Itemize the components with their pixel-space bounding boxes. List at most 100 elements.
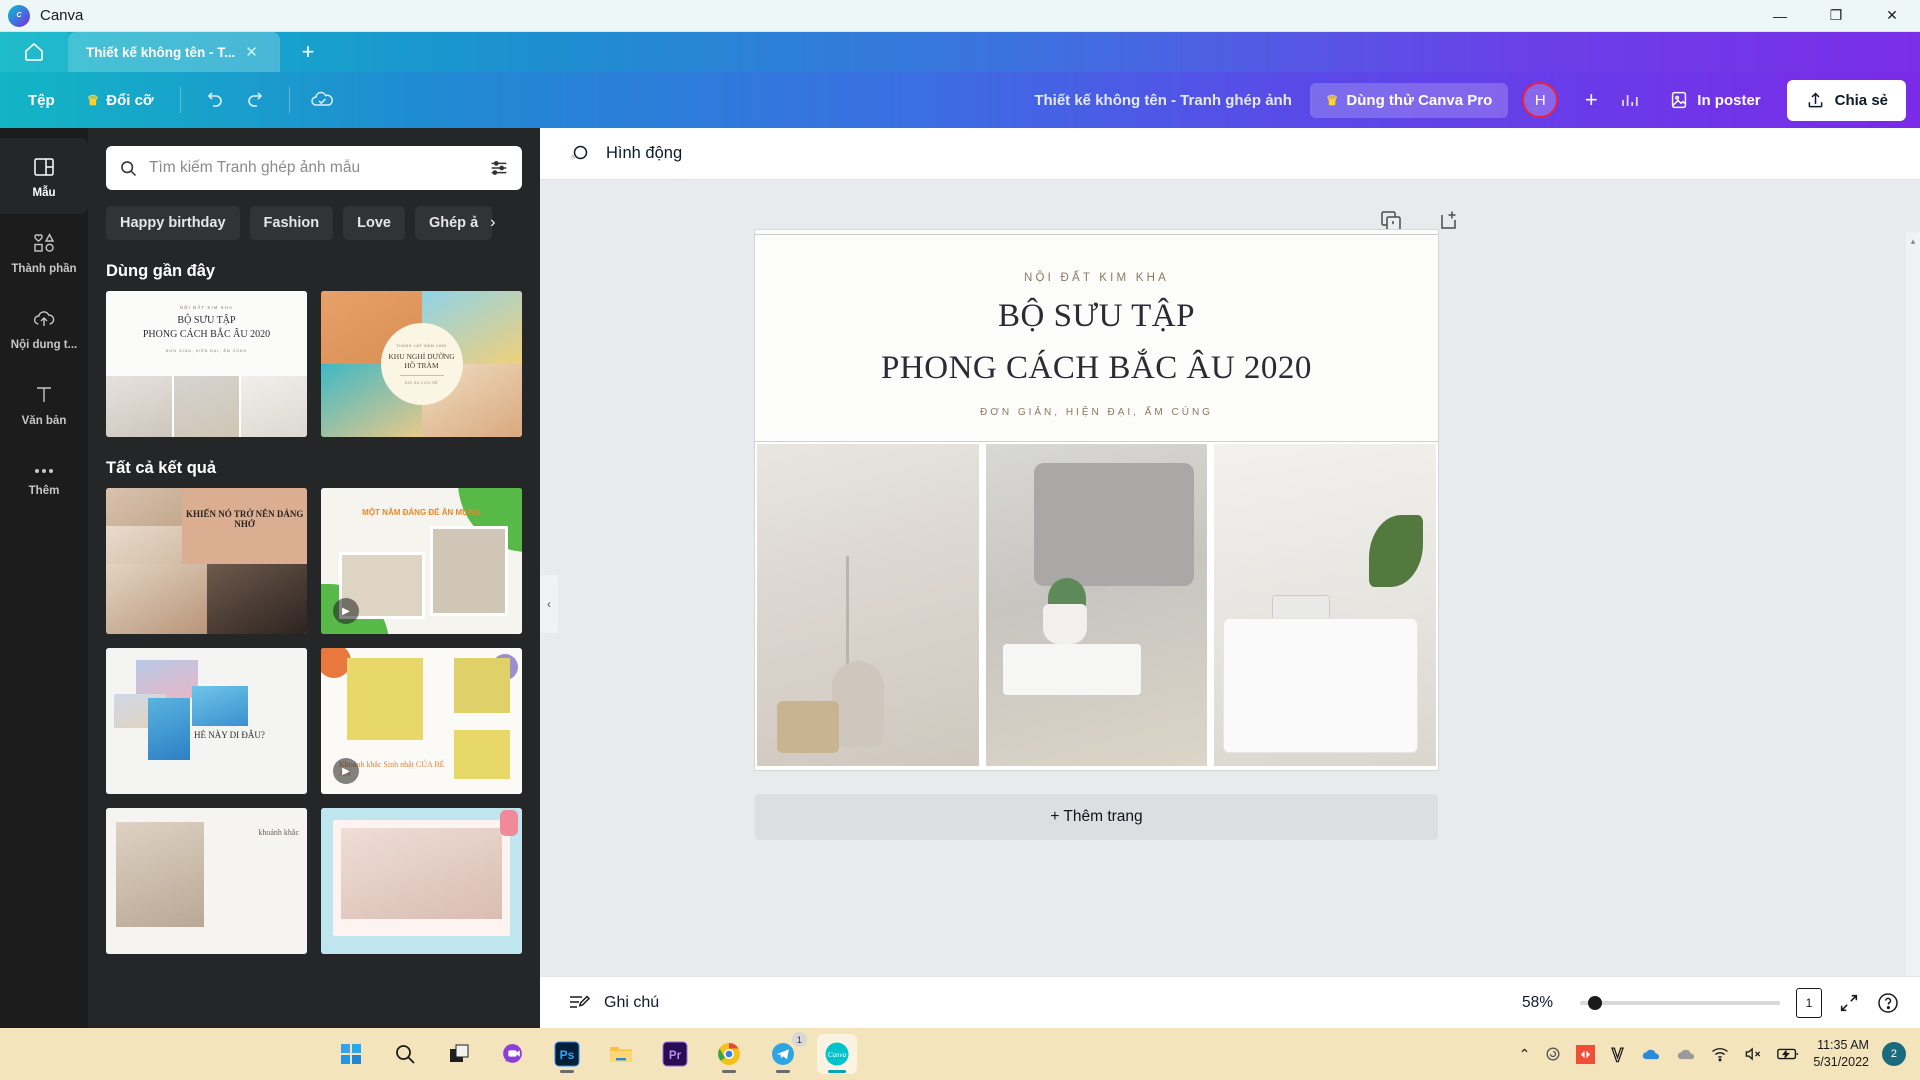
tray-expand-chevron[interactable]: ⌃: [1519, 1046, 1531, 1063]
chip-love[interactable]: Love: [343, 206, 405, 240]
recent-thumb-resort[interactable]: THÀNH LẬP NĂM 1969 KHU NGHỈ DƯỠNG HỒ TRÀ…: [321, 291, 522, 437]
minimize-button[interactable]: —: [1752, 0, 1808, 32]
resize-button[interactable]: ♛ Đổi cỡ: [73, 84, 168, 117]
creative-cloud-icon[interactable]: [1543, 1044, 1563, 1064]
search-taskbar-button[interactable]: [385, 1034, 425, 1074]
wifi-icon[interactable]: [1710, 1044, 1730, 1064]
notes-button[interactable]: Ghi chú: [566, 990, 659, 1016]
sidebar-item-uploads[interactable]: Nội dung t...: [0, 290, 88, 366]
chrome-button[interactable]: [709, 1034, 749, 1074]
photoshop-button[interactable]: Ps: [547, 1034, 587, 1074]
zoom-slider[interactable]: [1580, 995, 1780, 1010]
page-count-button[interactable]: 1: [1796, 987, 1822, 1018]
undo-icon: [207, 92, 222, 107]
notification-badge[interactable]: 2: [1881, 1042, 1906, 1066]
taskbar-clock[interactable]: 11:35 AM 5/31/2022: [1813, 1037, 1869, 1071]
premiere-pro-button[interactable]: Pr: [655, 1034, 695, 1074]
resort-eyebrow: THÀNH LẬP NĂM 1969: [396, 343, 447, 348]
sidebar-item-elements[interactable]: Thành phần: [0, 214, 88, 290]
file-explorer-button[interactable]: [601, 1034, 641, 1074]
canva-active-indicator: [827, 1070, 846, 1073]
recent-thumb-photo-1: [106, 375, 172, 437]
document-name[interactable]: Thiết kế không tên - Tranh ghép ảnh: [1034, 92, 1292, 109]
onedrive-blue-icon[interactable]: [1640, 1045, 1662, 1063]
design-photo-sofa-laptop[interactable]: [1214, 444, 1437, 766]
add-page-button[interactable]: + Thêm trang: [755, 794, 1438, 840]
chips-next-arrow[interactable]: ›: [490, 214, 495, 232]
print-poster-label: In poster: [1697, 91, 1761, 109]
template-card-birthday[interactable]: Khoảnh khắc Sinh nhật CỦA BÉ AN ▶: [321, 648, 522, 794]
vpn-v-icon[interactable]: [1608, 1045, 1627, 1064]
share-upload-icon: [1808, 91, 1823, 107]
canvas-scroll-area: NỘI ĐẤT KIM KHA BỘ SƯU TẬP PHONG CÁCH BẮ…: [540, 180, 1920, 1070]
search-input[interactable]: [149, 159, 478, 177]
undo-button[interactable]: [193, 80, 233, 120]
panel-collapse-button[interactable]: ‹: [540, 575, 558, 633]
new-tab-button[interactable]: +: [280, 32, 336, 72]
maximize-button[interactable]: ❐: [1808, 0, 1864, 32]
sidebar-item-templates[interactable]: Mẫu: [0, 138, 88, 214]
chip-ghep-anh[interactable]: Ghép ả: [414, 206, 493, 240]
design-photo-vase[interactable]: [757, 444, 979, 766]
avatar[interactable]: H: [1522, 82, 1559, 118]
canva-logo-icon: C: [8, 4, 30, 27]
saved-status-button[interactable]: [302, 80, 342, 120]
animate-label[interactable]: Hình động: [606, 144, 682, 163]
print-poster-button[interactable]: In poster: [1654, 81, 1774, 119]
zoom-slider-knob[interactable]: [1588, 995, 1602, 1010]
video-play-badge[interactable]: ▶: [333, 598, 359, 624]
canvas-vertical-scrollbar[interactable]: ▴ ▾: [1906, 232, 1920, 1070]
try-canva-pro-button[interactable]: ♛ Dùng thử Canva Pro: [1309, 82, 1509, 118]
telegram-badge: 1: [791, 1032, 807, 1047]
video-play-badge-2[interactable]: ▶: [333, 758, 359, 784]
chip-fashion[interactable]: Fashion: [249, 206, 334, 240]
telegram-running-indicator: [775, 1070, 790, 1073]
teams-chat-button[interactable]: [493, 1034, 533, 1074]
sidebar-label-more: Thêm: [28, 484, 60, 497]
volume-muted-icon[interactable]: [1743, 1044, 1763, 1064]
fullscreen-icon[interactable]: [1838, 992, 1860, 1014]
add-page-icon[interactable]: [1436, 208, 1462, 234]
document-tab[interactable]: Thiết kế không tên - T... ✕: [68, 32, 280, 72]
design-photo-living-room[interactable]: [985, 444, 1208, 766]
add-collaborator-button[interactable]: +: [1576, 87, 1606, 113]
start-button[interactable]: [331, 1034, 371, 1074]
home-button[interactable]: [0, 32, 68, 72]
sidebar-item-more[interactable]: Thêm: [0, 442, 88, 518]
template-card-one-year[interactable]: MỘT NĂM ĐÁNG ĐỂ ĂN MỪNG ▶: [321, 488, 522, 634]
search-box[interactable]: [106, 146, 522, 190]
editor-area: Hình động NỘI ĐẤT KIM KHA BỘ SƯU TẬP PHO…: [540, 128, 1920, 1080]
template-card-summer[interactable]: HÈ NÀY DI ĐÂU?: [106, 648, 307, 794]
battery-charging-icon[interactable]: [1776, 1045, 1800, 1063]
gypsophila-stem: [845, 555, 849, 676]
close-button[interactable]: ✕: [1864, 0, 1920, 32]
scroll-up-arrow[interactable]: ▴: [1911, 236, 1916, 247]
design-subtitle: ĐƠN GIẢN, HIỆN ĐẠI, ẤM CÚNG: [980, 406, 1213, 418]
template-card-family[interactable]: khoảnh khắc: [106, 808, 307, 954]
recent-thumb-nordic[interactable]: NỘI ĐẤT KIM KHA BỘ SƯU TẬP PHONG CÁCH BẮ…: [106, 291, 307, 437]
chip-happy-birthday[interactable]: Happy birthday: [106, 206, 240, 240]
redo-icon: [247, 92, 262, 107]
zoom-percentage[interactable]: 58%: [1522, 994, 1564, 1012]
premiere-icon: Pr: [662, 1041, 688, 1067]
canva-taskbar-button[interactable]: Canva: [816, 1034, 857, 1074]
help-icon[interactable]: [1876, 991, 1900, 1015]
telegram-button[interactable]: 1: [763, 1032, 807, 1074]
file-menu-button[interactable]: Tệp: [14, 84, 69, 117]
filter-sliders-icon[interactable]: [488, 157, 510, 179]
template-title-summer: HÈ NÀY DI ĐÂU?: [194, 730, 265, 740]
onedrive-grey-icon[interactable]: [1675, 1045, 1697, 1063]
insights-button[interactable]: [1610, 80, 1650, 120]
results-grid: KHIẾN NÓ TRỞ NÊN DÁNG NHỚ MỘT NĂM ĐÁNG Đ…: [88, 488, 540, 954]
redo-button[interactable]: [237, 80, 277, 120]
adobe-red-icon[interactable]: [1576, 1044, 1596, 1064]
design-page[interactable]: NỘI ĐẤT KIM KHA BỘ SƯU TẬP PHONG CÁCH BẮ…: [755, 230, 1438, 770]
document-tab-label: Thiết kế không tên - T...: [86, 44, 236, 60]
template-card-memorable[interactable]: KHIẾN NÓ TRỞ NÊN DÁNG NHỚ: [106, 488, 307, 634]
task-view-button[interactable]: [439, 1034, 479, 1074]
tab-close-icon[interactable]: ✕: [245, 43, 258, 61]
template-card-baby[interactable]: [321, 808, 522, 954]
notes-label: Ghi chú: [604, 993, 660, 1011]
sidebar-item-text[interactable]: Văn bản: [0, 366, 88, 442]
share-button[interactable]: Chia sẻ: [1786, 79, 1906, 121]
